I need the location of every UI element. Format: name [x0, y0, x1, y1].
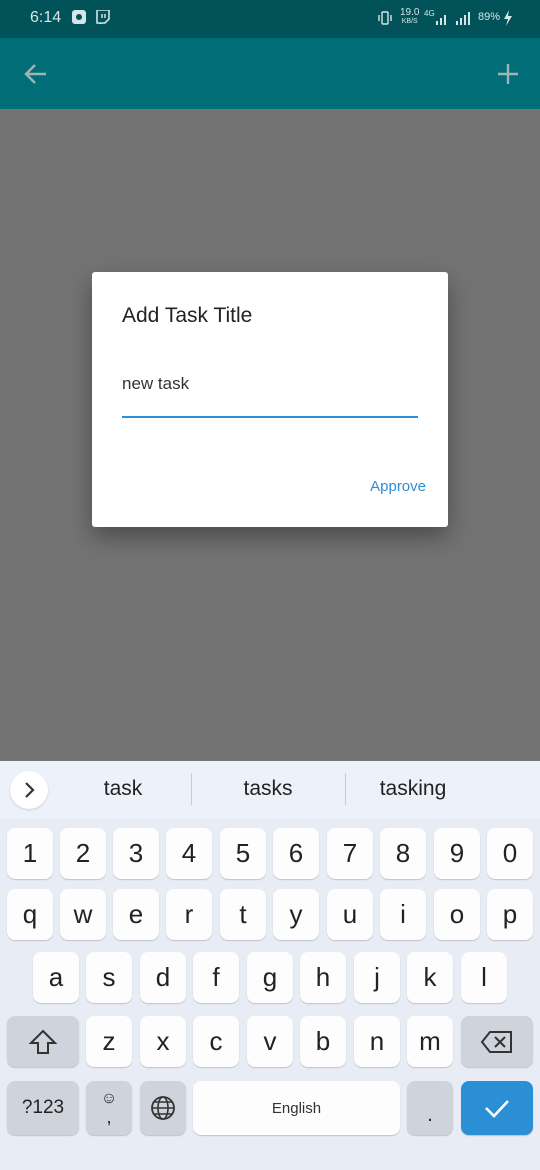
suggestion-divider — [345, 773, 346, 805]
space-key[interactable]: English — [193, 1081, 400, 1135]
dialog-title: Add Task Title — [122, 304, 253, 327]
network-speed: 19.0 KB/S — [400, 8, 419, 26]
approve-button[interactable]: Approve — [370, 478, 426, 495]
key-n[interactable]: n — [354, 1016, 400, 1067]
key-1[interactable]: 1 — [7, 828, 53, 879]
key-u[interactable]: u — [327, 889, 373, 940]
emoji-comma-key[interactable]: ☺ , — [86, 1081, 132, 1135]
suggestion-tasks[interactable]: tasks — [198, 777, 338, 801]
key-s[interactable]: s — [86, 952, 132, 1003]
key-t[interactable]: t — [220, 889, 266, 940]
key-9[interactable]: 9 — [434, 828, 480, 879]
key-l[interactable]: l — [461, 952, 507, 1003]
notification-icon — [72, 10, 86, 28]
charging-icon — [503, 10, 513, 30]
key-k[interactable]: k — [407, 952, 453, 1003]
key-4[interactable]: 4 — [166, 828, 212, 879]
shift-icon — [28, 1029, 58, 1054]
soft-keyboard: task tasks tasking 1 2 3 4 5 6 7 8 9 0 q… — [0, 761, 540, 1170]
suggestion-divider — [191, 773, 192, 805]
task-title-input[interactable] — [122, 374, 418, 394]
plus-icon[interactable] — [494, 60, 522, 88]
key-b[interactable]: b — [300, 1016, 346, 1067]
backspace-key[interactable] — [461, 1016, 533, 1067]
suggestion-bar: task tasks tasking — [0, 761, 540, 819]
key-2[interactable]: 2 — [60, 828, 106, 879]
key-z[interactable]: z — [86, 1016, 132, 1067]
key-8[interactable]: 8 — [380, 828, 426, 879]
key-m[interactable]: m — [407, 1016, 453, 1067]
key-i[interactable]: i — [380, 889, 426, 940]
vibrate-icon — [378, 11, 392, 29]
key-7[interactable]: 7 — [327, 828, 373, 879]
symbols-key[interactable]: ?123 — [7, 1081, 79, 1135]
key-6[interactable]: 6 — [273, 828, 319, 879]
key-e[interactable]: e — [113, 889, 159, 940]
checkmark-icon — [485, 1100, 509, 1118]
enter-key[interactable] — [461, 1081, 533, 1135]
key-r[interactable]: r — [166, 889, 212, 940]
key-f[interactable]: f — [193, 952, 239, 1003]
chevron-right-icon — [25, 782, 35, 798]
period-label: . — [427, 1104, 433, 1126]
shift-key[interactable] — [7, 1016, 79, 1067]
globe-icon — [151, 1096, 175, 1120]
key-v[interactable]: v — [247, 1016, 293, 1067]
speed-value: 19.0 — [400, 7, 420, 18]
key-g[interactable]: g — [247, 952, 293, 1003]
key-5[interactable]: 5 — [220, 828, 266, 879]
period-key[interactable]: . — [407, 1081, 453, 1135]
add-task-dialog: Add Task Title Approve — [92, 272, 448, 527]
key-o[interactable]: o — [434, 889, 480, 940]
status-bar: 6:14 19.0 KB/S 4G 89% — [0, 0, 540, 38]
speed-unit: KB/S — [401, 18, 418, 25]
key-x[interactable]: x — [140, 1016, 186, 1067]
language-key[interactable] — [140, 1081, 186, 1135]
expand-toolbar-button[interactable] — [10, 771, 48, 809]
app-bar — [0, 38, 540, 109]
status-time: 6:14 — [30, 9, 62, 26]
signal-icon — [434, 12, 478, 30]
symbols-label: ?123 — [21, 1097, 65, 1118]
backspace-icon — [480, 1030, 512, 1053]
key-y[interactable]: y — [273, 889, 319, 940]
emoji-icon: ☺ — [100, 1090, 118, 1107]
key-d[interactable]: d — [140, 952, 186, 1003]
suggestion-task[interactable]: task — [62, 777, 184, 801]
task-title-field — [122, 372, 418, 418]
twitch-icon — [96, 9, 110, 28]
key-3[interactable]: 3 — [113, 828, 159, 879]
key-w[interactable]: w — [60, 889, 106, 940]
key-q[interactable]: q — [7, 889, 53, 940]
key-p[interactable]: p — [487, 889, 533, 940]
comma-label: , — [106, 1107, 112, 1127]
key-0[interactable]: 0 — [487, 828, 533, 879]
key-h[interactable]: h — [300, 952, 346, 1003]
arrow-left-icon[interactable] — [22, 60, 50, 88]
key-c[interactable]: c — [193, 1016, 239, 1067]
key-a[interactable]: a — [33, 952, 79, 1003]
space-label: English — [271, 1099, 322, 1117]
battery-level: 89% — [478, 11, 501, 23]
key-j[interactable]: j — [354, 952, 400, 1003]
suggestion-tasking[interactable]: tasking — [352, 777, 474, 801]
